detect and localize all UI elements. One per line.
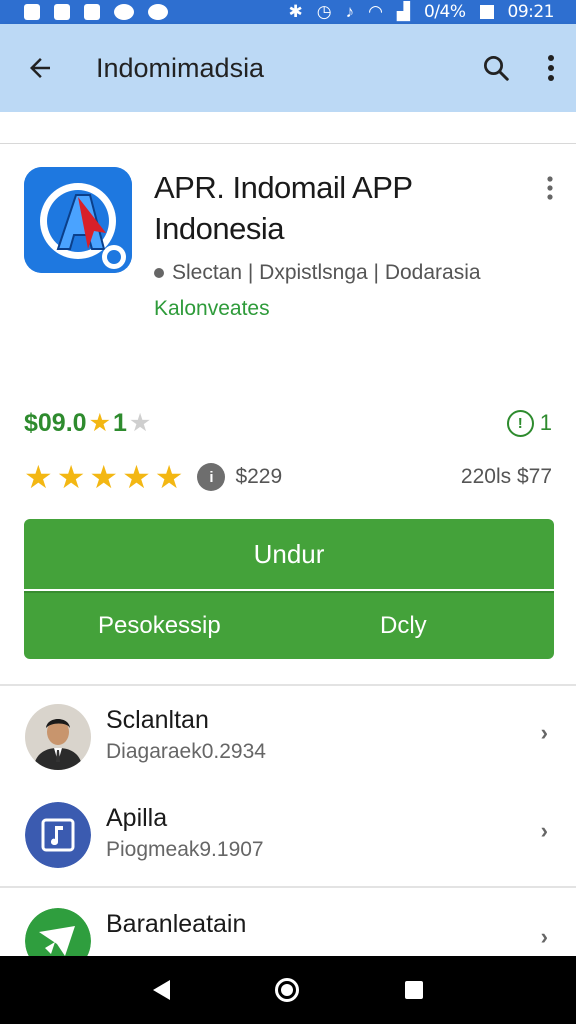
secondary-right-button[interactable]: Dcly <box>272 593 554 659</box>
list-item[interactable]: Apilla Piogmeak9.1907 › <box>0 786 576 882</box>
signal-icon: ▟ <box>396 2 410 21</box>
battery-icon <box>479 5 494 19</box>
sync-icon <box>148 4 168 20</box>
list-item-subtitle: Diagaraek0.2934 <box>106 740 266 763</box>
list-item-title: Sclanltan <box>106 706 209 734</box>
chevron-right-icon: › <box>540 818 548 843</box>
app-category[interactable]: Kalonveates <box>154 297 270 321</box>
info-icon: ! <box>506 409 534 437</box>
notification-icon <box>24 4 40 20</box>
calendar-icon <box>84 4 100 20</box>
overflow-menu-button[interactable] <box>526 24 576 112</box>
divider <box>0 684 576 686</box>
star-icon: ★ <box>154 459 184 495</box>
list-item-title: Apilla <box>106 804 168 832</box>
list-item-title: Baranleatain <box>106 910 247 938</box>
divider <box>0 886 576 888</box>
chevron-right-icon: › <box>540 720 548 745</box>
price: $09.0 ★ 1 ★ <box>24 408 151 438</box>
downloads-count: 220ls $77 <box>460 465 552 488</box>
nav-back-button[interactable] <box>152 980 170 1000</box>
page-title: Indomimadsia <box>96 52 265 83</box>
app-icon[interactable] <box>24 167 132 273</box>
developer-name[interactable]: Slectan | Dxpistlsnga | Dodarasia <box>172 261 481 285</box>
app-details-card: APR. Indomail APP Indonesia Slectan | Dx… <box>0 145 576 685</box>
secondary-left-button[interactable]: Pesokessip <box>24 593 272 659</box>
nav-home-button[interactable] <box>275 978 300 1002</box>
price-value: $09.0 <box>24 408 87 437</box>
install-button[interactable]: Undur <box>24 519 554 589</box>
search-button[interactable] <box>466 24 526 112</box>
music-note-icon <box>25 802 91 868</box>
status-icons-right: ✱ ◷ ♪ ◠ ▟ 0/4% 09:21 <box>288 2 554 22</box>
arrow-left-icon <box>30 58 50 78</box>
avatar <box>25 704 91 770</box>
vibrate-icon: ♪ <box>345 2 355 21</box>
rating-stars: ★ ★ ★ ★ ★ <box>24 461 183 493</box>
image-icon <box>54 4 70 20</box>
list-item-subtitle: Piogmeak9.1907 <box>106 838 264 861</box>
reviews-icon: i <box>197 463 226 491</box>
app-logo-icon <box>24 167 132 273</box>
nav-recents-button[interactable] <box>405 981 424 999</box>
star-icon: ★ <box>89 459 119 495</box>
star-empty-icon: ★ <box>128 409 152 437</box>
more-vert-icon <box>547 176 553 200</box>
search-icon <box>484 56 509 81</box>
system-nav-bar <box>0 956 576 1024</box>
back-button[interactable] <box>0 24 80 112</box>
review-count: $229 <box>235 465 283 488</box>
battery-percent: 0/4% <box>423 2 466 22</box>
alarm-icon: ◷ <box>316 2 332 21</box>
developer-line: Slectan | Dxpistlsnga | Dodarasia <box>154 261 481 285</box>
list-item[interactable]: Sclanltan Diagaraek0.2934 › <box>0 688 576 784</box>
app-title: APR. Indomail APP Indonesia <box>154 170 413 246</box>
bluetooth-icon: ✱ <box>288 2 303 21</box>
star-icon: ★ <box>56 459 86 495</box>
info-button[interactable]: ! 1 <box>506 409 552 437</box>
secondary-actions: Pesokessip Dcly <box>24 591 554 659</box>
bullet-icon <box>154 268 164 278</box>
star-icon: ★ <box>122 459 151 495</box>
status-bar: ✱ ◷ ♪ ◠ ▟ 0/4% 09:21 <box>0 0 576 24</box>
star-icon: ★ <box>24 459 53 495</box>
star-icon: ★ <box>88 409 111 437</box>
status-icons-left <box>24 4 168 20</box>
divider-band <box>0 112 576 144</box>
info-value: 1 <box>539 410 552 435</box>
chat-icon <box>114 4 134 20</box>
clock: 09:21 <box>507 2 555 22</box>
more-vert-icon <box>548 55 554 81</box>
rating-row: ★ ★ ★ ★ ★ i $229 220ls $77 <box>24 459 552 495</box>
avatar <box>25 802 91 868</box>
app-bar: Indomimadsia <box>0 24 576 112</box>
app-menu-button[interactable] <box>546 175 554 208</box>
price-rating-digit: 1 <box>112 408 127 437</box>
person-avatar <box>25 704 91 770</box>
chevron-right-icon: › <box>540 924 548 949</box>
price-row: $09.0 ★ 1 ★ ! 1 <box>24 405 552 441</box>
wifi-icon: ◠ <box>368 2 383 21</box>
